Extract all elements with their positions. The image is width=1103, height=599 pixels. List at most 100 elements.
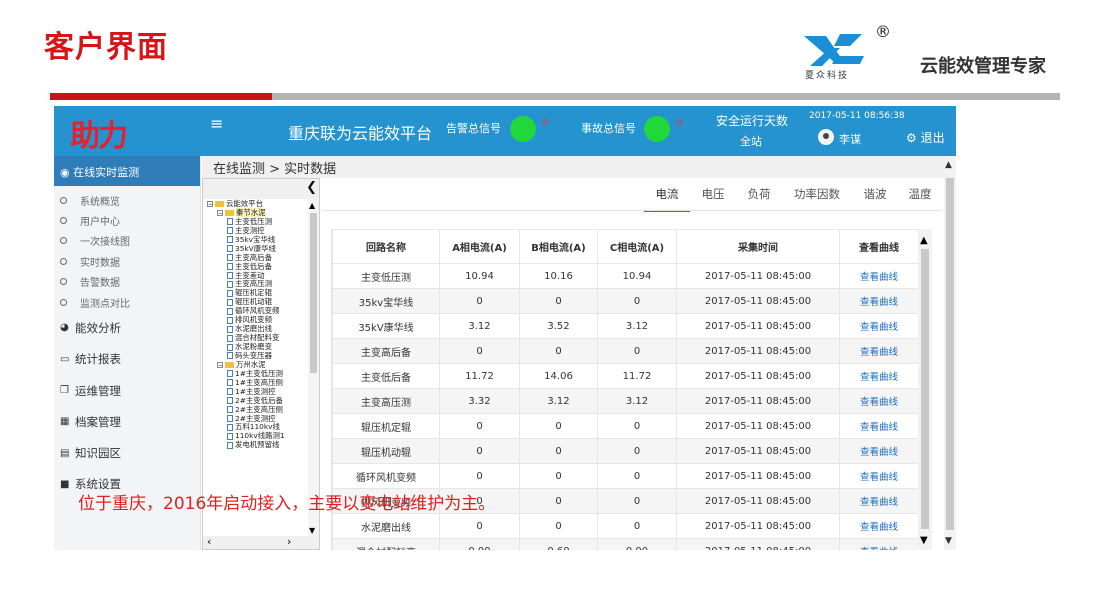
- tree-node-label: 水泥粉磨变: [235, 342, 272, 351]
- table-cell: 2017-05-11 08:45:00: [676, 313, 840, 339]
- table-cell: 0.00: [439, 538, 520, 550]
- nav-item-knowledge[interactable]: ▤ 知识园区: [54, 438, 200, 469]
- tab-current[interactable]: 电流: [644, 186, 690, 212]
- table-cell: 2017-05-11 08:45:00: [676, 488, 840, 514]
- nav-item-energy-analysis[interactable]: ◕ 能效分析: [54, 312, 200, 343]
- folder-icon: [225, 361, 234, 368]
- chevron-up-icon[interactable]: ▲: [945, 160, 952, 170]
- nav-subitem-overview[interactable]: 系统概览: [54, 190, 200, 210]
- table-cell: 10.16: [519, 263, 598, 289]
- platform-title: 重庆联为云能效平台: [288, 124, 433, 143]
- view-curve-link[interactable]: 查看曲线: [839, 288, 919, 314]
- tree-node-label: 110kv线路测1: [235, 431, 285, 441]
- table-cell: 2017-05-11 08:45:00: [676, 288, 840, 314]
- table-cell: 2017-05-11 08:45:00: [676, 463, 840, 489]
- accident-count: 0: [676, 118, 683, 129]
- document-icon: [227, 245, 233, 253]
- nav-subitem-alarm-data[interactable]: 告警数据: [54, 272, 200, 292]
- document-icon: [227, 272, 233, 279]
- expand-toggle-icon[interactable]: −: [207, 201, 213, 208]
- nav-item-statistics-report[interactable]: ▭ 统计报表: [54, 344, 200, 375]
- table-cell: 3.52: [519, 313, 598, 339]
- tab-temperature[interactable]: 温度: [898, 186, 942, 212]
- nav-subitem-wiring-diagram[interactable]: 一次接线图: [54, 231, 200, 251]
- expand-toggle-icon[interactable]: −: [217, 361, 223, 368]
- table-row: 35kV康华线 3.12 3.52 3.12 2017-05-11 08:45:00 查看…: [332, 313, 919, 339]
- chevron-left-icon[interactable]: ‹: [207, 535, 211, 548]
- table-cell: 循环风机变频: [332, 463, 440, 489]
- chevron-up-icon[interactable]: ▲: [309, 201, 315, 210]
- tab-load[interactable]: 负荷: [736, 186, 782, 212]
- expand-toggle-icon[interactable]: −: [217, 209, 223, 216]
- collapse-left-icon[interactable]: ❮: [306, 180, 317, 195]
- chevron-down-icon[interactable]: ▼: [920, 535, 928, 546]
- nav-item-operations[interactable]: ❐ 运维管理: [54, 375, 200, 406]
- view-curve-link[interactable]: 查看曲线: [839, 513, 919, 539]
- scrollbar-thumb[interactable]: [310, 213, 317, 373]
- tree-node-label: 主变测控: [235, 225, 265, 235]
- circle-icon: [60, 196, 67, 204]
- tree-node[interactable]: 发电机预留线: [207, 440, 307, 450]
- tree-horizontal-scrollbar[interactable]: ‹ ›: [203, 535, 319, 549]
- column-header: 回路名称: [332, 229, 440, 264]
- table-cell: 0: [439, 438, 520, 464]
- tree-node-label: 五料110kv线: [235, 422, 280, 432]
- view-curve-link[interactable]: 查看曲线: [839, 263, 919, 289]
- tab-voltage[interactable]: 电压: [690, 186, 736, 212]
- table-cell: 35kv宝华线: [332, 288, 440, 314]
- nav-subitem-user-center[interactable]: 用户中心: [54, 210, 200, 230]
- view-curve-link[interactable]: 查看曲线: [839, 338, 919, 364]
- view-curve-link[interactable]: 查看曲线: [839, 538, 919, 550]
- column-header: 采集时间: [676, 229, 840, 264]
- circle-icon: [60, 298, 67, 306]
- tree-node-label: 水泥磨出线: [235, 324, 272, 334]
- view-curve-link[interactable]: 查看曲线: [839, 388, 919, 414]
- table-cell: 0: [519, 463, 598, 489]
- table-cell: 0: [519, 288, 598, 314]
- tree-node-label: 35kv宝华线: [235, 234, 276, 244]
- chevron-down-icon[interactable]: ▼: [945, 536, 952, 546]
- page-scrollbar[interactable]: ▲ ▼: [944, 156, 956, 550]
- scrollbar-thumb[interactable]: [921, 249, 929, 529]
- calendar-icon: ▤: [60, 447, 70, 459]
- nav-subitem-realtime-data[interactable]: 实时数据: [54, 251, 200, 271]
- document-icon: [227, 307, 233, 315]
- nav-item-realtime-monitoring[interactable]: ◉ 在线实时监测: [54, 156, 200, 186]
- tab-power-factor[interactable]: 功率因数: [782, 186, 852, 212]
- nav-item-label: 在线实时监测: [73, 166, 140, 179]
- tree-node-label: 循环风机变频: [235, 306, 280, 316]
- nav-item-archive[interactable]: ▦ 档案管理: [54, 406, 200, 437]
- tab-harmonic[interactable]: 谐波: [852, 186, 898, 212]
- document-icon: [227, 406, 233, 414]
- view-curve-link[interactable]: 查看曲线: [839, 438, 919, 464]
- view-curve-link[interactable]: 查看曲线: [839, 463, 919, 489]
- user-avatar[interactable]: [818, 129, 834, 145]
- nav-subitem-point-compare[interactable]: 监测点对比: [54, 292, 200, 312]
- table-scrollbar[interactable]: ▲ ▼: [918, 229, 932, 550]
- view-curve-link[interactable]: 查看曲线: [839, 363, 919, 389]
- tree-vertical-scrollbar[interactable]: ▲ ▼: [308, 199, 319, 537]
- tree-node-label: 码头变压器: [235, 350, 272, 360]
- menu-toggle-icon[interactable]: ≡: [210, 114, 223, 133]
- scrollbar-thumb[interactable]: [946, 178, 954, 530]
- view-curve-link[interactable]: 查看曲线: [839, 313, 919, 339]
- monitor-icon: ▭: [60, 353, 70, 365]
- column-header: A相电流(A): [439, 229, 520, 264]
- user-name[interactable]: 李谋: [839, 131, 861, 147]
- tree-node-label: 主变低后备: [235, 261, 272, 271]
- brand-tagline: 云能效管理专家: [920, 56, 1046, 77]
- table-cell: 2017-05-11 08:45:00: [676, 338, 840, 364]
- view-curve-link[interactable]: 查看曲线: [839, 413, 919, 439]
- logout-button[interactable]: ⚙ 退出: [906, 129, 945, 146]
- accident-status-light[interactable]: [644, 116, 670, 142]
- chevron-up-icon[interactable]: ▲: [920, 235, 928, 246]
- table-cell: 2017-05-11 08:45:00: [676, 538, 840, 550]
- document-icon: [227, 334, 233, 342]
- tree-node-label: 辊压机定辊: [235, 288, 272, 298]
- table-cell: 主变高后备: [332, 338, 440, 364]
- chevron-down-icon[interactable]: ▼: [309, 526, 315, 535]
- alarm-status-light[interactable]: [510, 116, 536, 142]
- view-curve-link[interactable]: 查看曲线: [839, 488, 919, 514]
- document-icon: [227, 397, 233, 405]
- chevron-right-icon[interactable]: ›: [287, 535, 291, 548]
